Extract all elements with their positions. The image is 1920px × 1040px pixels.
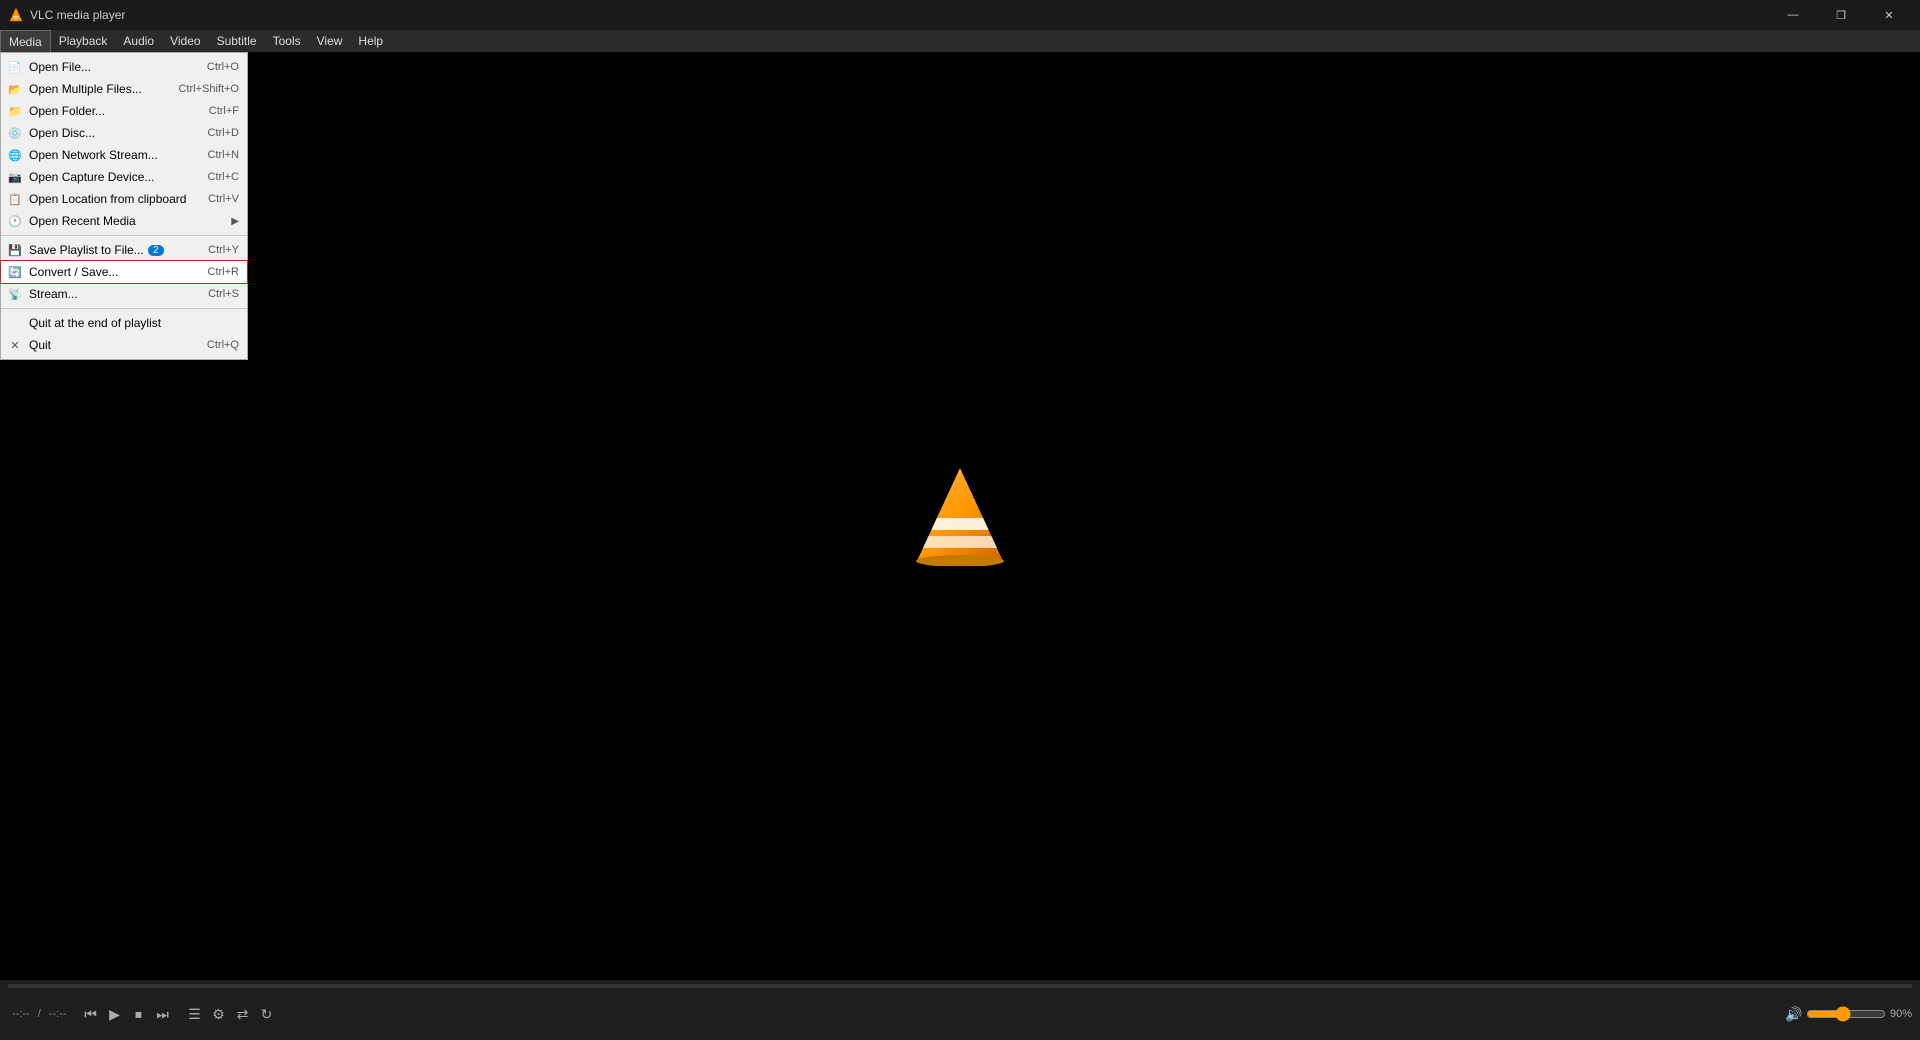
progress-bar[interactable] (8, 984, 1912, 988)
vlc-app-icon (8, 7, 24, 23)
separator-2 (1, 308, 247, 309)
minimize-button[interactable]: — (1770, 0, 1816, 30)
menu-quit-end-playlist[interactable]: Quit at the end of playlist (1, 312, 247, 334)
menubar: Media Playback Audio Video Subtitle Tool… (0, 30, 1920, 52)
separator-1 (1, 235, 247, 236)
menu-open-network[interactable]: 🌐 Open Network Stream... Ctrl+N (1, 144, 247, 166)
toggle-playlist-button[interactable]: ☰ (183, 1002, 207, 1026)
video-area (0, 52, 1920, 980)
menu-stream[interactable]: 📡 Stream... Ctrl+S (1, 283, 247, 305)
capture-icon: 📷 (7, 169, 23, 185)
bottom-bar: --:-- / --:-- ⏮ ▶ ⏹ ⏭ ☰ ⚙ ⇄ ↻ 🔊 90% (0, 980, 1920, 1040)
repeat-button[interactable]: ↻ (255, 1002, 279, 1026)
window-title: VLC media player (30, 8, 1770, 22)
play-button[interactable]: ▶ (103, 1002, 127, 1026)
menu-open-multiple[interactable]: 📂 Open Multiple Files... Ctrl+Shift+O (1, 78, 247, 100)
menu-quit[interactable]: ✕ Quit Ctrl+Q (1, 334, 247, 356)
menu-convert-save[interactable]: 🔄 Convert / Save... Ctrl+R (1, 261, 247, 283)
stop-button[interactable]: ⏹ (127, 1002, 151, 1026)
recent-icon: 🕐 (7, 213, 23, 229)
menu-help[interactable]: Help (350, 30, 391, 52)
menu-save-playlist[interactable]: 💾 Save Playlist to File... 2 Ctrl+Y (1, 239, 247, 261)
volume-slider[interactable] (1806, 1006, 1886, 1022)
menu-open-recent[interactable]: 🕐 Open Recent Media ▶ (1, 210, 247, 232)
menu-open-file[interactable]: 📄 Open File... Ctrl+O (1, 56, 247, 78)
stream-icon: 📡 (7, 286, 23, 302)
network-icon: 🌐 (7, 147, 23, 163)
controls-row: --:-- / --:-- ⏮ ▶ ⏹ ⏭ ☰ ⚙ ⇄ ↻ 🔊 90% (0, 988, 1920, 1040)
next-button[interactable]: ⏭ (151, 1002, 175, 1026)
mute-button[interactable]: 🔊 (1782, 1002, 1806, 1026)
prev-button[interactable]: ⏮ (79, 1002, 103, 1026)
volume-label: 90% (1890, 1008, 1912, 1020)
file-icon: 📄 (7, 59, 23, 75)
quit-end-icon (7, 315, 23, 331)
menu-open-folder[interactable]: 📁 Open Folder... Ctrl+F (1, 100, 247, 122)
menu-playback[interactable]: Playback (51, 30, 116, 52)
current-time: --:-- (12, 1008, 30, 1020)
window-controls: — ❐ ✕ (1770, 0, 1912, 30)
vlc-cone (915, 466, 1005, 566)
convert-icon: 🔄 (7, 264, 23, 280)
duration-time: --:-- (49, 1008, 67, 1020)
time-separator: / (38, 1008, 41, 1020)
disc-icon: 💿 (7, 125, 23, 141)
clipboard-icon: 📋 (7, 191, 23, 207)
menu-media[interactable]: Media (0, 30, 51, 52)
menu-subtitle[interactable]: Subtitle (209, 30, 265, 52)
close-button[interactable]: ✕ (1866, 0, 1912, 30)
menu-view[interactable]: View (309, 30, 351, 52)
menu-open-capture[interactable]: 📷 Open Capture Device... Ctrl+C (1, 166, 247, 188)
menu-open-disc[interactable]: 💿 Open Disc... Ctrl+D (1, 122, 247, 144)
menu-video[interactable]: Video (162, 30, 208, 52)
extended-settings-button[interactable]: ⚙ (207, 1002, 231, 1026)
maximize-button[interactable]: ❐ (1818, 0, 1864, 30)
menu-open-clipboard[interactable]: 📋 Open Location from clipboard Ctrl+V (1, 188, 247, 210)
folder-icon: 📁 (7, 103, 23, 119)
files-icon: 📂 (7, 81, 23, 97)
shuffle-button[interactable]: ⇄ (231, 1002, 255, 1026)
menu-audio[interactable]: Audio (115, 30, 162, 52)
media-dropdown: 📄 Open File... Ctrl+O 📂 Open Multiple Fi… (0, 52, 248, 360)
menu-tools[interactable]: Tools (265, 30, 309, 52)
submenu-arrow-icon: ▶ (231, 216, 239, 227)
titlebar: VLC media player — ❐ ✕ (0, 0, 1920, 30)
playlist-badge: 2 (148, 245, 164, 256)
quit-icon: ✕ (7, 337, 23, 353)
save-icon: 💾 (7, 242, 23, 258)
